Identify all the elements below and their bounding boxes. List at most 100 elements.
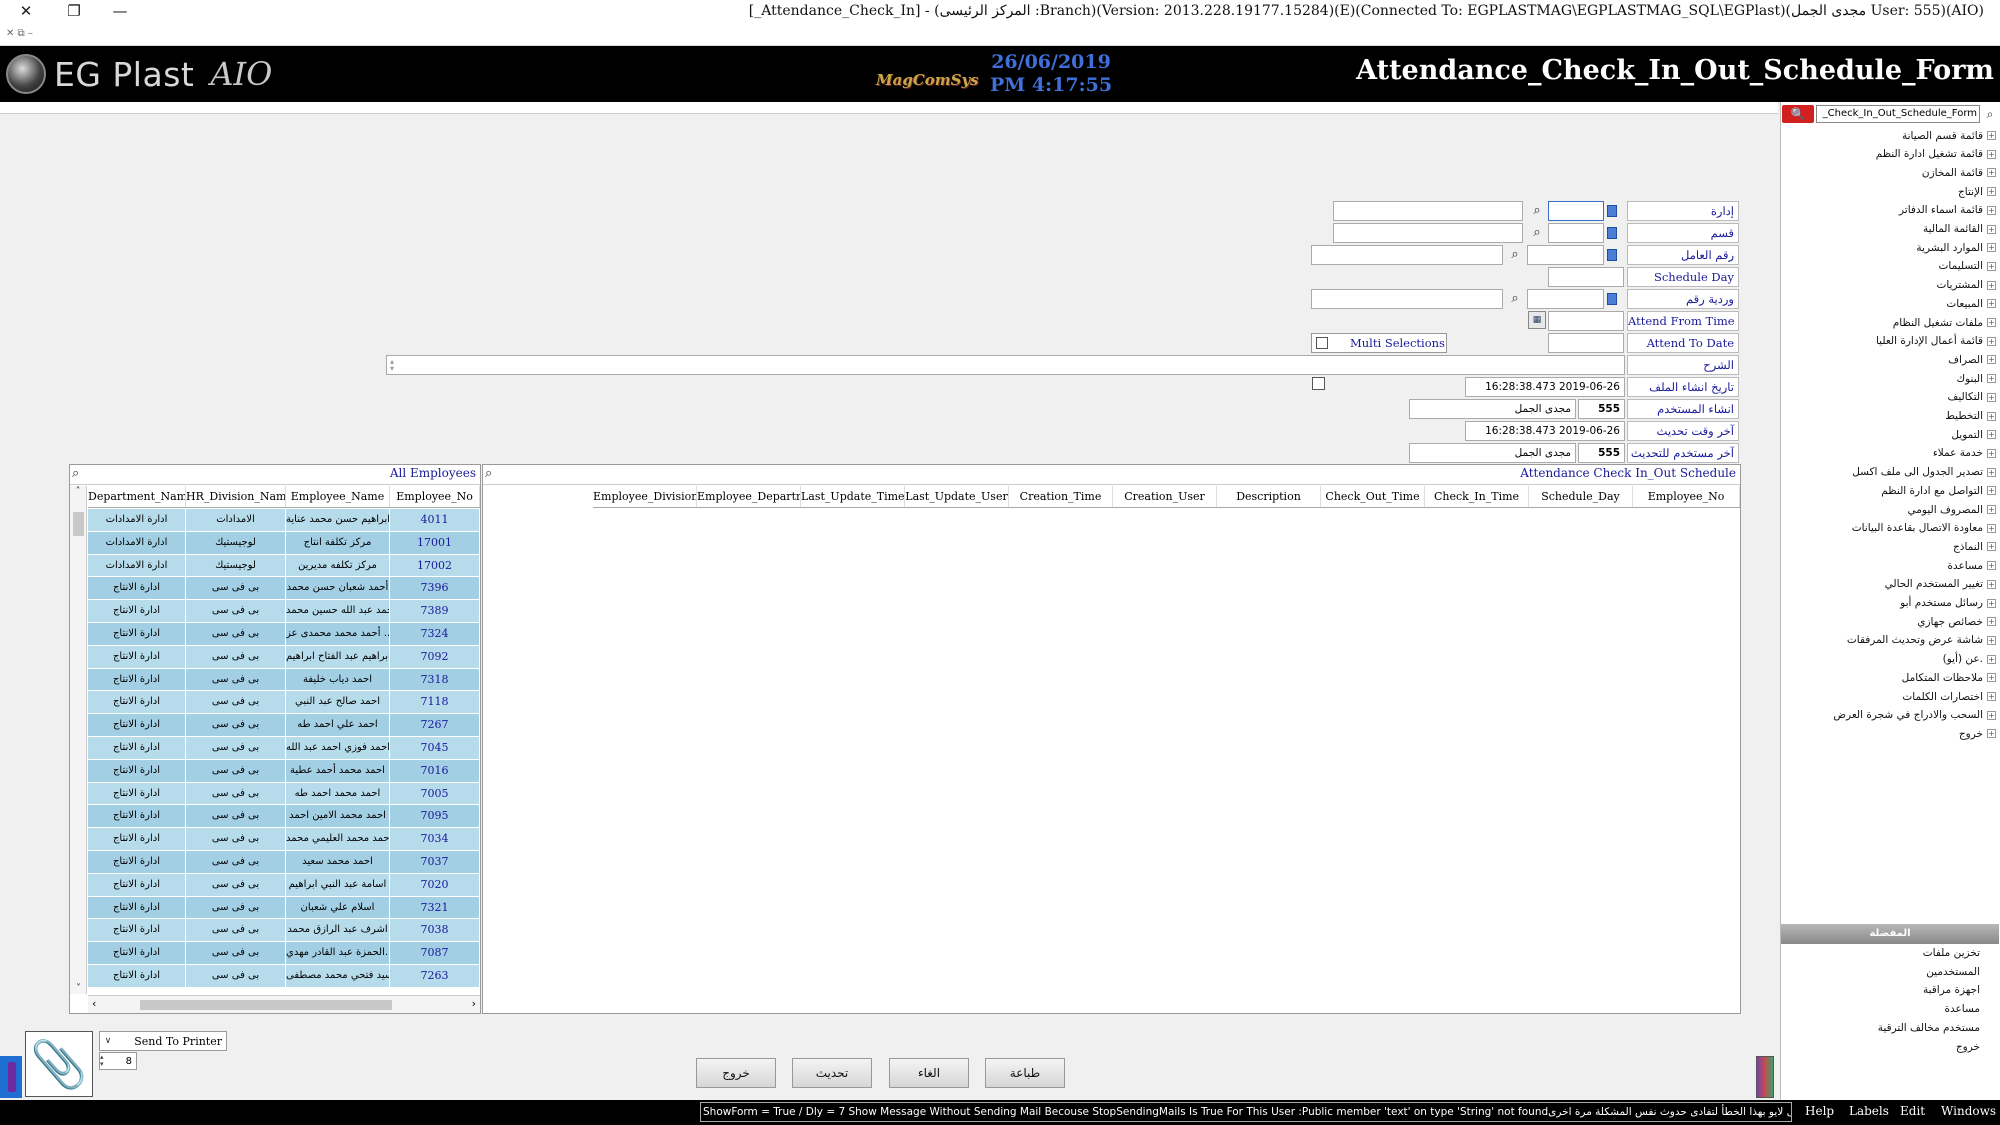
favorite-item[interactable]: خروج (1956, 1041, 1980, 1060)
expand-icon[interactable]: + (1987, 598, 1996, 608)
cell-department[interactable]: ادارة الامدادات (88, 531, 186, 555)
cell-employee-name[interactable]: مركز تكلفة انتاج (286, 531, 390, 555)
cell-employee-name[interactable]: مركز تكلفه مديرين (286, 554, 390, 578)
mdi-control-icons[interactable]: ✕ ⧉ – (6, 28, 33, 39)
cell-employee-no[interactable]: 7016 (390, 759, 480, 783)
nav-item[interactable]: خصائص جهازي + (1917, 612, 1996, 631)
cell-department[interactable]: ادارة الانتاج (88, 714, 186, 737)
cell-division[interactable]: بى فى سى (186, 691, 286, 715)
send-to-printer-dropdown[interactable]: ∨ Send To Printer (99, 1031, 227, 1051)
nav-item[interactable]: قائمة تشغيل ادارة النظم + (1876, 145, 1996, 164)
cell-employee-name[interactable]: اسلام علي شعبان (286, 896, 390, 920)
cell-employee-no[interactable]: 7005 (390, 782, 480, 806)
cell-employee-no[interactable]: 7020 (390, 873, 480, 897)
nav-item[interactable]: خروج + (1959, 724, 1996, 743)
scroll-left-icon[interactable]: ‹ (92, 997, 96, 1010)
cell-employee-name[interactable]: السيد فتحي محمد مصطفى (286, 964, 390, 988)
cell-employee-name[interactable]: احمد محمد احمد طه (286, 782, 390, 806)
menu-labels[interactable]: Labels (1849, 1104, 1889, 1118)
expand-icon[interactable]: + (1987, 467, 1996, 477)
cell-employee-name[interactable]: أحمد شعبان حسن محمد (286, 577, 390, 601)
cell-department[interactable]: ادارة الانتاج (88, 919, 186, 943)
cell-employee-name[interactable]: ابراهيم عبد الفتاح ابراهيم (286, 645, 390, 669)
nav-item[interactable]: التكاليف + (1947, 388, 1996, 407)
cell-department[interactable]: ادارة الانتاج (88, 622, 186, 646)
col-schedule-day[interactable]: Schedule_Day (1529, 486, 1633, 507)
table-row[interactable]: ادارة الامدادات لوجيستيك مركز تكلفه مديرين… (88, 554, 480, 578)
table-row[interactable]: ادارة الانتاج بى فى سى أحمد عبد الله حسين … (88, 600, 480, 623)
col-last-update-user[interactable]: Last_Update_User (905, 486, 1009, 507)
cell-division[interactable]: لوجيستيك (186, 531, 286, 555)
nav-item[interactable]: البنوك + (1956, 369, 1996, 388)
cell-employee-name[interactable]: أحمد محمد محمدى عز ... (286, 622, 390, 646)
col-employee-department-name[interactable]: Employee_Department_Name (697, 486, 801, 507)
cell-department[interactable]: ادارة الانتاج (88, 805, 186, 829)
cell-employee-no[interactable]: 7092 (390, 645, 480, 669)
table-row[interactable]: ادارة الانتاج بى فى سى السيد فتحي محمد مصط… (88, 964, 480, 988)
expand-icon[interactable]: + (1987, 318, 1996, 327)
cell-employee-name[interactable]: اسامة عبد النبي ابراهيم (286, 873, 390, 897)
paperclip-icon[interactable]: 📎 (25, 1031, 93, 1097)
cell-employee-name[interactable]: احمد محمد الامين احمد (286, 805, 390, 829)
table-row[interactable]: ادارة الانتاج بى فى سى احمد محمد احمد طه 70… (88, 782, 480, 806)
employees-vertical-scrollbar[interactable]: ˄ ˅ (70, 486, 87, 994)
col-description[interactable]: Description (1217, 486, 1321, 507)
cell-employee-no[interactable]: 7396 (390, 577, 480, 601)
expand-icon[interactable]: + (1987, 617, 1996, 627)
cell-employee-name[interactable]: احمد محمد أحمد عطية (286, 759, 390, 783)
table-row[interactable]: ادارة الانتاج بى فى سى ابراهيم عبد الفتاح … (88, 645, 480, 669)
nav-item[interactable]: اختصارات الكلمات + (1902, 687, 1996, 706)
cell-department[interactable]: ادارة الانتاج (88, 964, 186, 988)
schedule-search-icon[interactable]: ⌕ (485, 466, 492, 481)
nav-item[interactable]: الموارد البشرية + (1916, 238, 1996, 257)
exit-button[interactable]: خروج (696, 1058, 776, 1088)
expand-icon[interactable]: + (1987, 224, 1996, 234)
expand-icon[interactable]: + (1987, 336, 1996, 346)
attend-to-date-input[interactable] (1548, 333, 1624, 353)
nav-item[interactable]: معاودة الاتصال بقاعدة البيانات + (1852, 519, 1996, 538)
cell-division[interactable]: بى فى سى (186, 942, 286, 965)
expand-icon[interactable]: + (1987, 505, 1996, 514)
expand-icon[interactable]: + (1987, 561, 1996, 571)
cell-department[interactable]: ادارة الانتاج (88, 691, 186, 715)
cell-employee-no[interactable]: 7045 (390, 736, 480, 760)
department-search-icon[interactable]: ⌕ (1528, 202, 1546, 220)
nav-item[interactable]: التسليمات + (1939, 257, 1996, 276)
employee-lookup-icon[interactable] (1607, 249, 1617, 261)
cell-employee-no[interactable]: 7095 (390, 805, 480, 829)
cell-department[interactable]: ادارة الانتاج (88, 645, 186, 669)
shift-search-icon[interactable]: ⌕ (1506, 290, 1524, 308)
calendar-icon[interactable]: ▦ (1528, 311, 1546, 329)
cell-division[interactable]: بى فى سى (186, 805, 286, 829)
close-window-button[interactable]: ✕ (12, 0, 40, 22)
cell-department[interactable]: ادارة الانتاج (88, 896, 186, 920)
cell-division[interactable]: لوجيستيك (186, 554, 286, 578)
cell-employee-no[interactable]: 7321 (390, 896, 480, 920)
expand-icon[interactable]: + (1987, 131, 1996, 140)
expand-icon[interactable]: + (1987, 542, 1996, 552)
expand-icon[interactable]: + (1987, 654, 1996, 664)
col-check-in-time[interactable]: Check_In_Time (1425, 486, 1529, 507)
menu-help[interactable]: Help (1805, 1104, 1834, 1118)
section-code-input[interactable] (1548, 223, 1604, 243)
description-input[interactable]: ▴ ▾ (386, 355, 1625, 375)
cell-division[interactable]: بى فى سى (186, 782, 286, 806)
cell-division[interactable]: بى فى سى (186, 600, 286, 623)
employees-search-icon[interactable]: ⌕ (72, 466, 79, 481)
cell-employee-no[interactable]: 7034 (390, 828, 480, 851)
cell-department[interactable]: ادارة الانتاج (88, 736, 186, 760)
nav-item[interactable]: التخطيط + (1945, 407, 1996, 426)
nav-item[interactable]: النماذج + (1953, 537, 1996, 556)
cancel-button[interactable]: الغاء (889, 1058, 969, 1088)
nav-item[interactable]: ملفات تشغيل النظام + (1893, 313, 1996, 332)
nav-item[interactable]: قائمة المخازن + (1922, 163, 1996, 182)
stepper-arrows-icon[interactable]: ▴ ▾ (100, 1054, 110, 1068)
nav-item[interactable]: التمويل + (1951, 425, 1996, 444)
nav-item[interactable]: المشتريات + (1936, 276, 1996, 295)
table-row[interactable]: ادارة الامدادات لوجيستيك مركز تكلفة انتاج 1… (88, 531, 480, 555)
nav-item[interactable]: مساعدة + (1948, 556, 1996, 575)
cell-department[interactable]: ادارة الانتاج (88, 577, 186, 601)
cell-employee-name[interactable]: أحمد عبد الله حسين محمد (286, 600, 390, 623)
cell-employee-name[interactable]: احمد محمد العليمي محمد (286, 828, 390, 851)
cell-division[interactable]: الامدادات (186, 509, 286, 532)
